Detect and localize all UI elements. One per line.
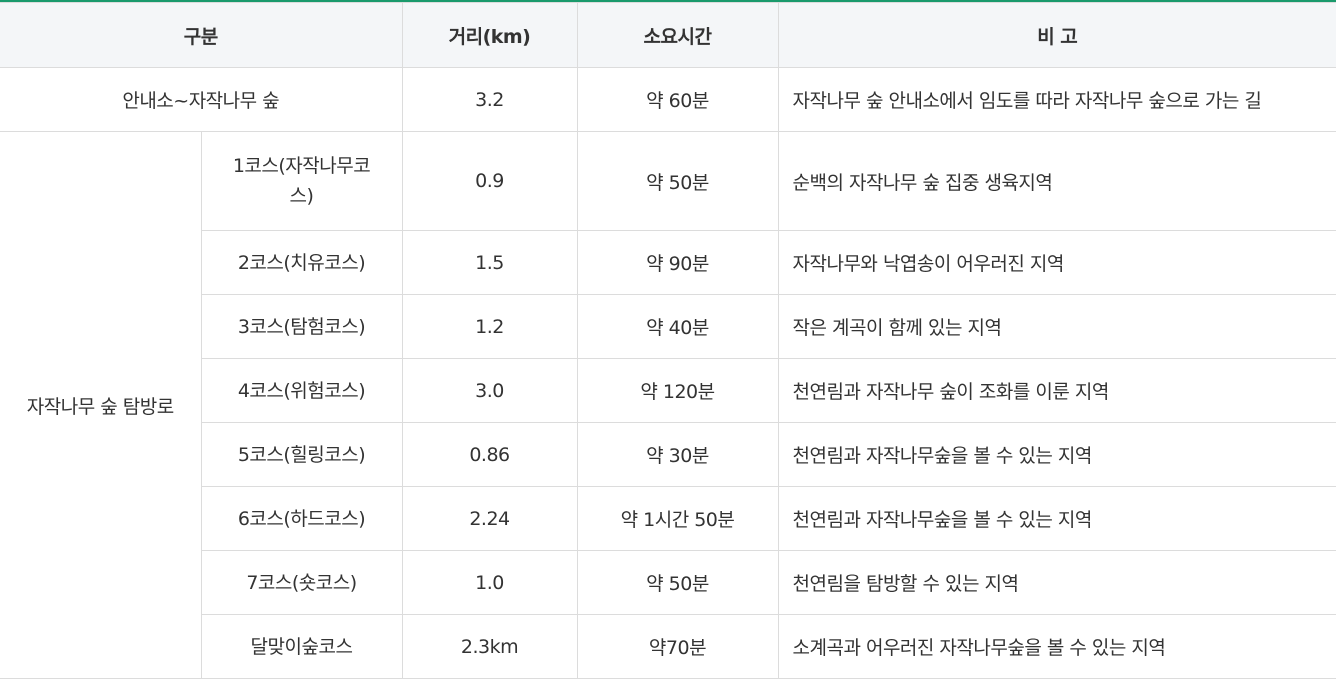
header-division: 구분 <box>0 2 403 68</box>
course-name-cell: 달맞이숲코스 <box>201 614 403 679</box>
distance-cell: 3.0 <box>401 358 578 423</box>
table-row: 5코스(힐링코스) 0.86 약 30분 천연림과 자작나무숲을 볼 수 있는 … <box>0 422 1336 487</box>
group-label: 자작나무 숲 탐방로 <box>0 131 202 679</box>
header-note: 비 고 <box>777 2 1336 68</box>
trail-info-table: 구분 거리(km) 소요시간 비 고 안내소~자작나무 숲 3.2 약 60분 … <box>0 2 1336 679</box>
distance-cell: 2.24 <box>401 486 578 551</box>
table-row: 6코스(하드코스) 2.24 약 1시간 50분 천연림과 자작나무숲을 볼 수… <box>0 486 1336 551</box>
duration-cell: 약 1시간 50분 <box>576 486 779 551</box>
note-cell: 소계곡과 어우러진 자작나무숲을 볼 수 있는 지역 <box>777 614 1336 679</box>
course-name-cell: 7코스(숏코스) <box>201 550 403 615</box>
duration-cell: 약 60분 <box>576 67 779 132</box>
distance-cell: 3.2 <box>401 67 578 132</box>
table-header-row: 구분 거리(km) 소요시간 비 고 <box>0 2 1336 68</box>
duration-cell: 약70분 <box>576 614 779 679</box>
trail-info-table-container: 구분 거리(km) 소요시간 비 고 안내소~자작나무 숲 3.2 약 60분 … <box>0 0 1336 679</box>
header-distance: 거리(km) <box>401 2 578 68</box>
note-cell: 순백의 자작나무 숲 집중 생육지역 <box>777 131 1336 231</box>
duration-cell: 약 40분 <box>576 294 779 359</box>
distance-cell: 0.9 <box>401 131 578 231</box>
course-name-cell: 5코스(힐링코스) <box>201 422 403 487</box>
distance-cell: 1.0 <box>401 550 578 615</box>
table-row: 달맞이숲코스 2.3km 약70분 소계곡과 어우러진 자작나무숲을 볼 수 있… <box>0 614 1336 679</box>
course-name-cell: 2코스(치유코스) <box>201 230 403 295</box>
course-name-cell: 3코스(탐험코스) <box>201 294 403 359</box>
note-cell: 천연림과 자작나무숲을 볼 수 있는 지역 <box>777 422 1336 487</box>
distance-cell: 1.5 <box>401 230 578 295</box>
note-cell: 천연림과 자작나무숲을 볼 수 있는 지역 <box>777 486 1336 551</box>
course-name-cell: 6코스(하드코스) <box>201 486 403 551</box>
duration-cell: 약 90분 <box>576 230 779 295</box>
table-row: 안내소~자작나무 숲 3.2 약 60분 자작나무 숲 안내소에서 임도를 따라… <box>0 67 1336 132</box>
note-cell: 자작나무 숲 안내소에서 임도를 따라 자작나무 숲으로 가는 길 <box>777 67 1336 132</box>
note-cell: 자작나무와 낙엽송이 어우러진 지역 <box>777 230 1336 295</box>
distance-cell: 1.2 <box>401 294 578 359</box>
table-row: 2코스(치유코스) 1.5 약 90분 자작나무와 낙엽송이 어우러진 지역 <box>0 230 1336 295</box>
course-name-cell: 4코스(위험코스) <box>201 358 403 423</box>
note-cell: 작은 계곡이 함께 있는 지역 <box>777 294 1336 359</box>
duration-cell: 약 120분 <box>576 358 779 423</box>
table-row: 자작나무 숲 탐방로 1코스(자작나무코스) 0.9 약 50분 순백의 자작나… <box>0 131 1336 679</box>
duration-cell: 약 50분 <box>576 550 779 615</box>
table-row: 3코스(탐험코스) 1.2 약 40분 작은 계곡이 함께 있는 지역 <box>0 294 1336 359</box>
course-name-cell: 1코스(자작나무코스) <box>200 131 403 231</box>
note-cell: 천연림과 자작나무 숲이 조화를 이룬 지역 <box>777 358 1336 423</box>
distance-cell: 0.86 <box>401 422 578 487</box>
duration-cell: 약 30분 <box>576 422 779 487</box>
row-label: 안내소~자작나무 숲 <box>0 67 403 132</box>
table-row: 4코스(위험코스) 3.0 약 120분 천연림과 자작나무 숲이 조화를 이룬… <box>0 358 1336 423</box>
header-duration: 소요시간 <box>576 2 779 68</box>
note-cell: 천연림을 탐방할 수 있는 지역 <box>777 550 1336 615</box>
table-row: 7코스(숏코스) 1.0 약 50분 천연림을 탐방할 수 있는 지역 <box>0 550 1336 615</box>
duration-cell: 약 50분 <box>576 131 779 231</box>
distance-cell: 2.3km <box>401 614 578 679</box>
